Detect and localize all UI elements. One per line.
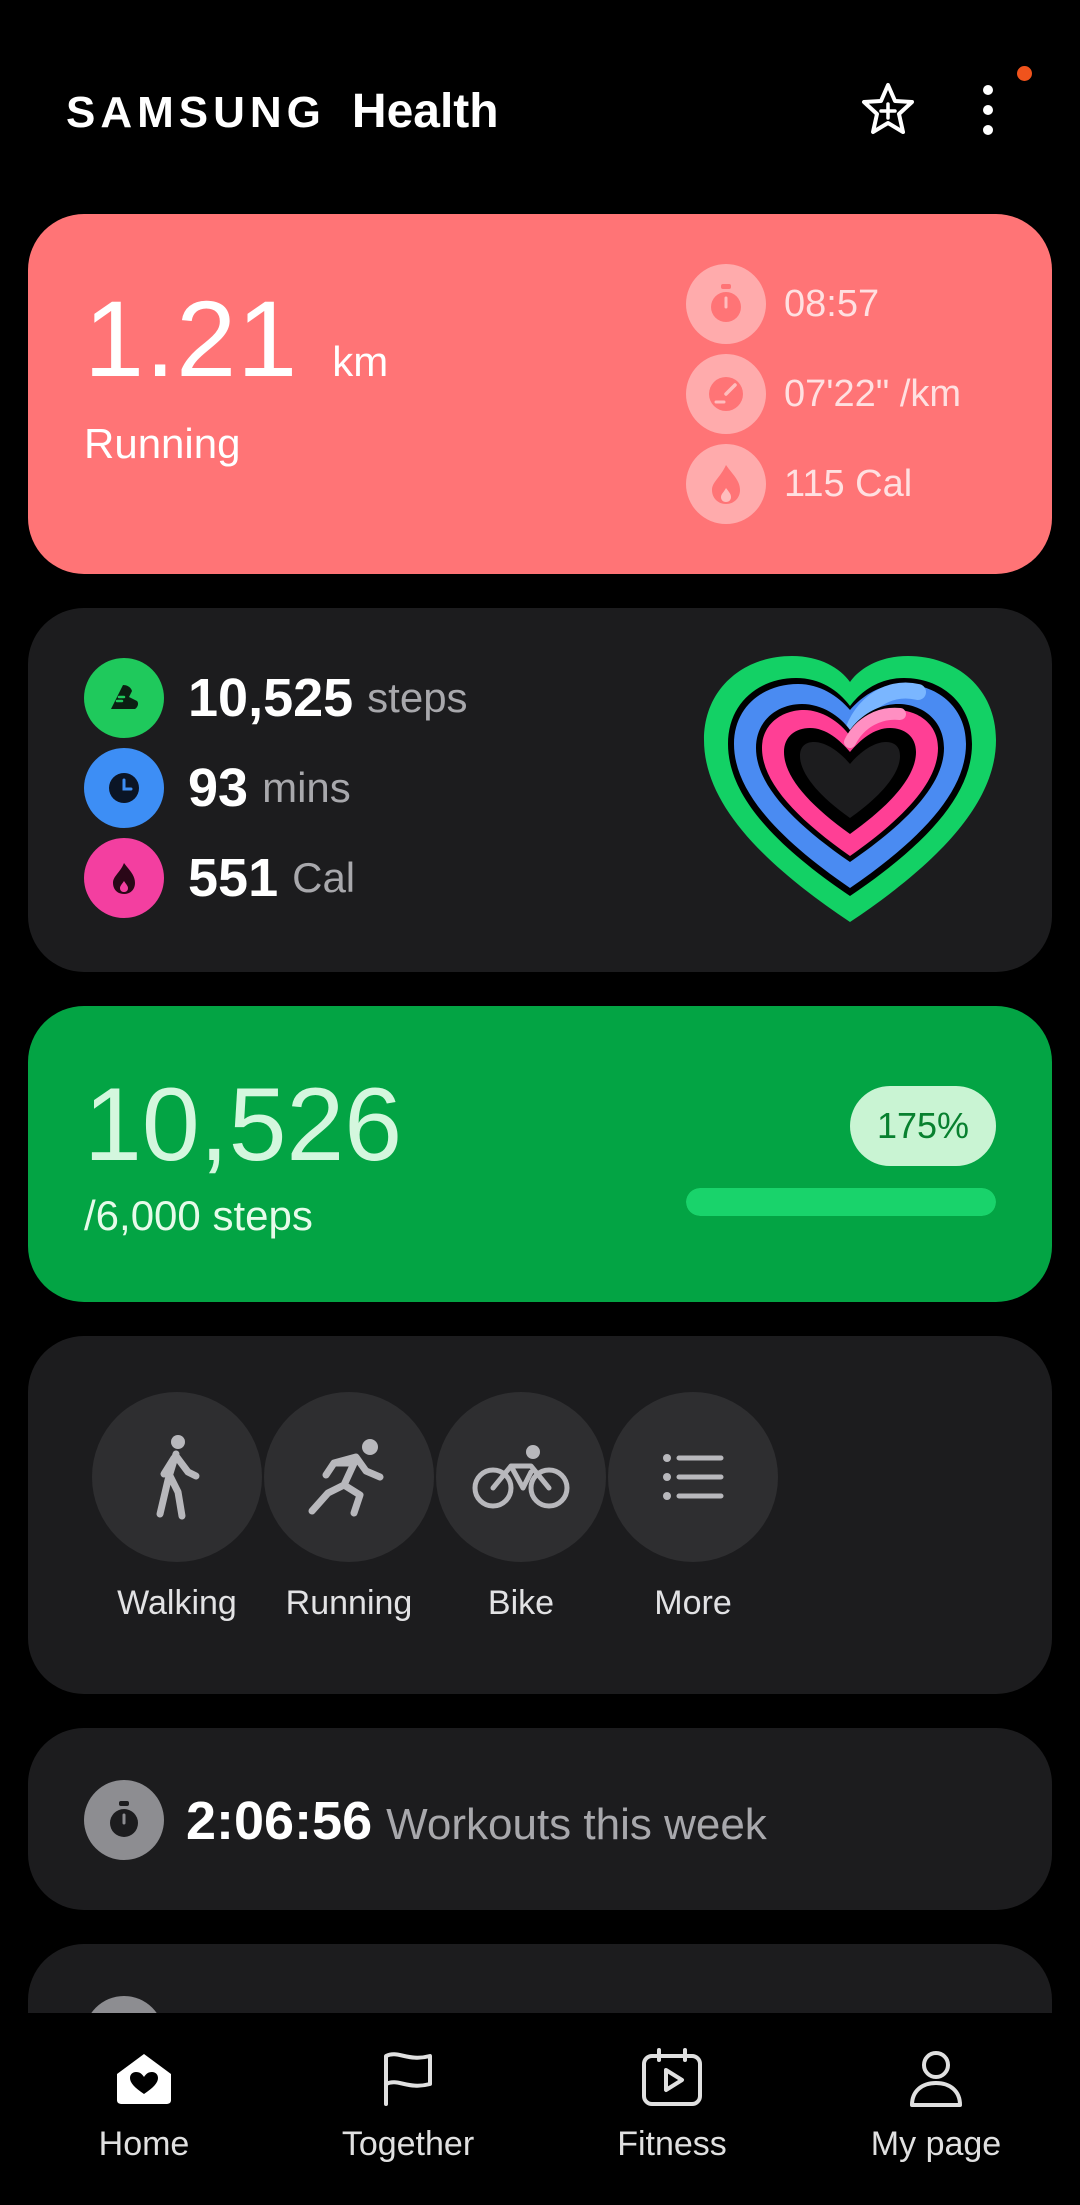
nav-home[interactable]: Home (34, 2045, 254, 2164)
notification-dot (1017, 66, 1032, 81)
more-label: More (654, 1584, 732, 1622)
stopwatch-icon (84, 1780, 164, 1860)
workouts-week-label: Workouts this week (386, 1800, 767, 1849)
fitness-play-icon (562, 2045, 782, 2111)
steps-progress-bar (686, 1188, 996, 1216)
steps-goal-card[interactable]: 10,526 /6,000 steps 175% (28, 1006, 1052, 1302)
activity-heart-rings-icon[interactable] (700, 652, 1000, 932)
run-pace-text: 07'22" /km (784, 372, 962, 415)
activity-mins-row: 93 mins (84, 748, 351, 828)
app-header: SAMSUNG Health (0, 0, 1080, 200)
workout-types-card: Walking Running Bike More (28, 1336, 1052, 1694)
run-distance-value: 1.21 (84, 278, 299, 399)
running-label: Running (285, 1584, 413, 1622)
shoe-icon (84, 658, 164, 738)
list-icon (608, 1392, 778, 1562)
mins-unit: mins (262, 764, 351, 811)
flame-icon (84, 838, 164, 918)
nav-fitness[interactable]: Fitness (562, 2045, 782, 2164)
more-vertical-icon[interactable] (968, 78, 1008, 142)
run-distance-unit: km (332, 338, 389, 385)
run-calories-text: 115 Cal (784, 462, 913, 505)
flame-icon (686, 444, 766, 524)
nav-fitness-label: Fitness (617, 2125, 727, 2163)
running-summary-card[interactable]: 1.21 km Running 08:57 07'22" /km 115 Cal (28, 214, 1052, 574)
run-activity-label: Running (84, 420, 241, 467)
brand-samsung: SAMSUNG (66, 88, 326, 137)
workouts-week-card[interactable]: 2:06:56 Workouts this week (28, 1728, 1052, 1910)
clock-icon (84, 748, 164, 828)
running-icon (264, 1392, 434, 1562)
bike-icon (436, 1392, 606, 1562)
steps-progress-fill (686, 1188, 996, 1216)
walking-label: Walking (117, 1584, 237, 1622)
app-logo: SAMSUNG Health (66, 84, 499, 139)
workouts-week-value: 2:06:56 (186, 1791, 373, 1851)
workout-walking-button[interactable]: Walking (92, 1392, 262, 1623)
stopwatch-icon (686, 264, 766, 344)
star-icon[interactable] (858, 80, 918, 140)
workouts-week-text: 2:06:56 Workouts this week (186, 1790, 767, 1852)
pace-gauge-icon (686, 354, 766, 434)
nav-home-label: Home (98, 2125, 190, 2163)
workout-more-button[interactable]: More (608, 1392, 778, 1623)
bike-label: Bike (487, 1584, 555, 1622)
workout-running-button[interactable]: Running (264, 1392, 434, 1623)
run-pace: 07'22" /km (686, 354, 961, 434)
run-calories: 115 Cal (686, 444, 912, 524)
nav-my-page[interactable]: My page (826, 2045, 1046, 2164)
home-heart-icon (34, 2045, 254, 2111)
cal-value: 551 (188, 848, 279, 908)
nav-together-label: Together (341, 2125, 475, 2163)
nav-together[interactable]: Together (298, 2045, 518, 2164)
steps-unit: steps (367, 674, 468, 721)
workout-bike-button[interactable]: Bike (436, 1392, 606, 1623)
mins-value: 93 (188, 758, 249, 818)
flag-icon (298, 2045, 518, 2111)
steps-value: 10,525 (188, 668, 354, 728)
steps-percent-badge: 175% (850, 1086, 996, 1166)
run-distance: 1.21 km (84, 276, 388, 401)
activity-cal-row: 551 Cal (84, 838, 355, 918)
steps-count: 10,526 (84, 1067, 403, 1183)
bottom-navigation: Home Together Fitness My page (0, 2013, 1080, 2205)
brand-health: Health (351, 85, 499, 138)
daily-activity-card[interactable]: 10,525 steps 93 mins 551 Cal (28, 608, 1052, 972)
activity-steps-row: 10,525 steps (84, 658, 468, 738)
run-duration: 08:57 (686, 264, 879, 344)
cal-unit: Cal (292, 854, 356, 901)
person-icon (826, 2045, 1046, 2111)
steps-goal-text: /6,000 steps (84, 1192, 313, 1239)
run-duration-text: 08:57 (784, 282, 880, 325)
nav-my-page-label: My page (870, 2125, 1002, 2163)
walking-icon (92, 1392, 262, 1562)
